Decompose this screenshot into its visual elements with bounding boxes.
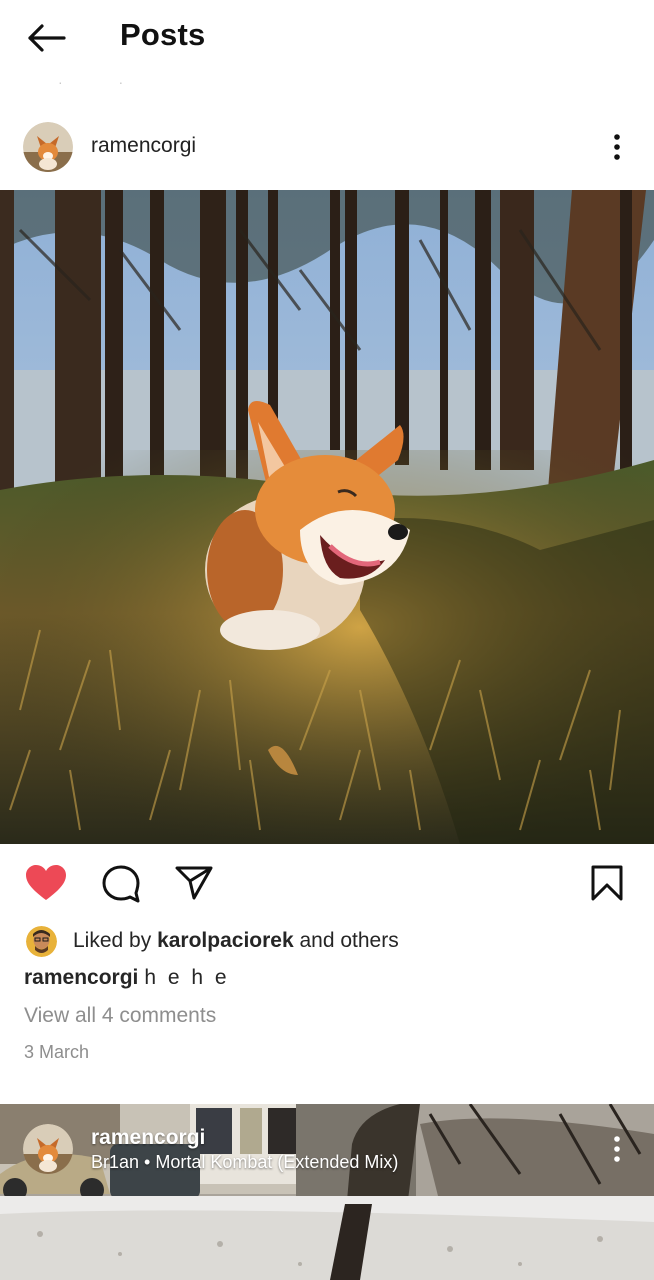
send-icon [175, 866, 213, 900]
liked-by-suffix: and others [299, 929, 399, 952]
posts-screen: Posts · · ramencorgi Liked by karolpacio… [0, 0, 654, 1280]
comment-icon [102, 865, 140, 903]
bookmark-icon [591, 865, 623, 901]
liked-by-prefix: Liked by [73, 929, 152, 952]
caption: ramencorgi h e h e [24, 966, 230, 990]
comment-button[interactable] [99, 861, 143, 905]
post-image[interactable] [0, 190, 654, 844]
likes-text: Liked by karolpaciorek and others [73, 929, 399, 953]
post-header: ramencorgi [0, 118, 654, 176]
share-button[interactable] [172, 861, 216, 905]
view-comments-link[interactable]: View all 4 comments [24, 1004, 216, 1028]
post-date: 3 March [24, 1042, 90, 1062]
like-button[interactable] [24, 861, 68, 905]
likes-row[interactable]: Liked by karolpaciorek and others [26, 925, 399, 957]
page-title: Posts [120, 17, 206, 52]
next-post-more-button[interactable] [600, 1130, 634, 1168]
loading-indicator: · · [58, 74, 150, 90]
save-button[interactable] [585, 861, 629, 905]
arrow-left-icon [28, 24, 66, 52]
caption-text: h e h e [144, 966, 230, 989]
more-vertical-icon [614, 1136, 620, 1162]
liker-avatar [26, 925, 57, 957]
next-post-audio[interactable]: Br1an • Mortal Kombat (Extended Mix) [91, 1152, 398, 1173]
next-post[interactable]: ramencorgi Br1an • Mortal Kombat (Extend… [0, 1104, 654, 1280]
back-button[interactable] [22, 18, 70, 58]
liked-by-username[interactable]: karolpaciorek [157, 929, 294, 952]
more-options-button[interactable] [600, 128, 634, 166]
top-bar: Posts [0, 0, 654, 72]
more-vertical-icon [614, 134, 620, 160]
post-actions [0, 855, 654, 911]
next-post-avatar[interactable] [23, 1124, 73, 1174]
heart-filled-icon [26, 865, 66, 900]
caption-username[interactable]: ramencorgi [24, 966, 138, 989]
avatar[interactable] [23, 122, 73, 172]
next-post-username[interactable]: ramencorgi [91, 1126, 205, 1150]
post-username[interactable]: ramencorgi [91, 134, 196, 158]
